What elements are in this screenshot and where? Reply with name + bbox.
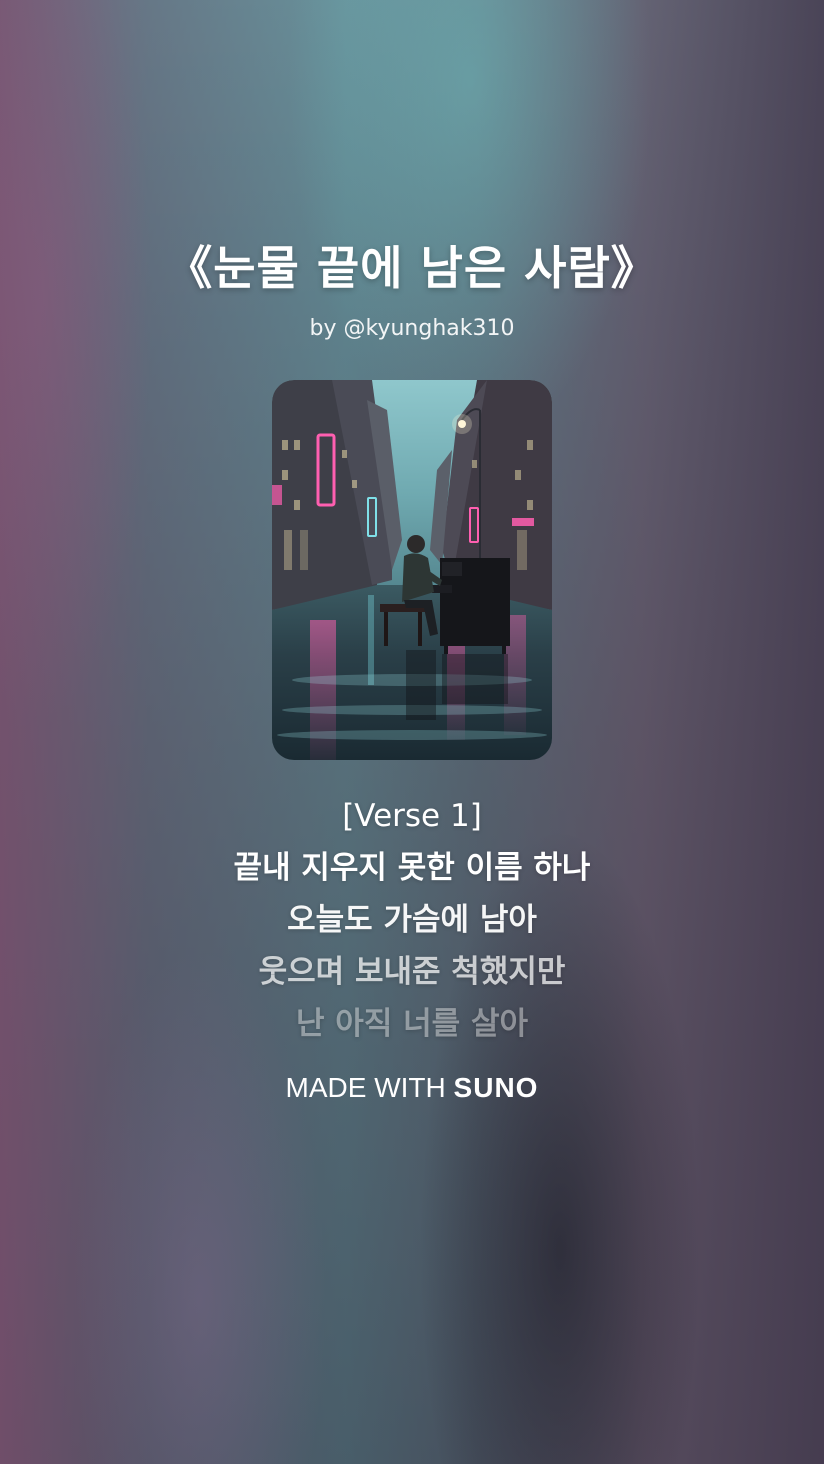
lyric-line: 끝내 지우지 못한 이름 하나 xyxy=(233,850,591,886)
made-with-suno-branding: MADE WITH SUNO xyxy=(0,1072,824,1104)
cover-art-image xyxy=(272,380,552,760)
song-title: 《눈물 끝에 남은 사람》 xyxy=(166,241,658,295)
suno-logo-text: SUNO xyxy=(453,1072,539,1103)
branding-prefix: MADE WITH xyxy=(285,1072,446,1103)
lyric-line: 웃으며 보내준 척했지만 xyxy=(258,954,566,990)
lyrics-panel: [Verse 1] 끝내 지우지 못한 이름 하나 오늘도 가슴에 남아 웃으며… xyxy=(0,790,824,1050)
artist-handle[interactable]: by @kyunghak310 xyxy=(0,316,824,341)
lyric-line: 오늘도 가슴에 남아 xyxy=(287,902,537,938)
cover-art[interactable] xyxy=(272,380,552,760)
lyric-section-label: [Verse 1] xyxy=(342,798,482,834)
lyric-line: 난 아직 너를 살아 xyxy=(295,1006,529,1042)
